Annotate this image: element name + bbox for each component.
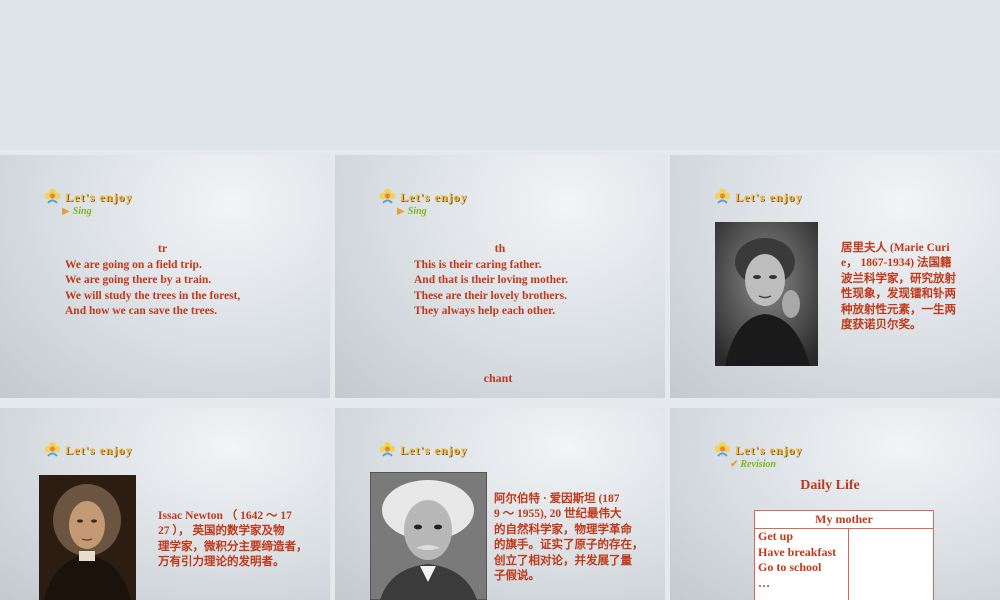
slide-title: tr <box>157 241 168 255</box>
activities-cell: Get up Have breakfast Go to school … <box>754 528 849 600</box>
lyric-line: These are their lovely brothers. <box>414 289 567 302</box>
portrait-photo <box>370 472 487 600</box>
lets-enjoy-label: Let's enjoy <box>65 190 133 204</box>
bio-line: 阿尔伯特 · 爱因斯坦 (187 <box>494 493 620 505</box>
bio-line: 的自然科学家，物理学革命 <box>494 523 632 536</box>
slide-thumbnail-5[interactable]: Let's enjoy 阿尔伯特 · 爱因斯坦 (187 9 ～ 1955), … <box>335 408 665 600</box>
lets-enjoy-label: Let's enjoy <box>65 443 133 457</box>
triangle-icon: ▶ <box>62 206 70 217</box>
bio-line: 理学家，微积分主要缔造者， <box>158 540 308 553</box>
bio-line: Issac Newton （ 1642 ～ 17 <box>158 510 292 522</box>
lets-enjoy-label: Let's enjoy <box>735 443 803 457</box>
bio-line: 创立了相对论，并发展了量 <box>494 554 632 567</box>
bio-line: 居里夫人 (Marie Curi <box>841 242 950 254</box>
curie-bio-text: 居里夫人 (Marie Curi e， 1867-1934) 法国籍 波兰科学家… <box>841 241 971 333</box>
lyrics-text: This is their caring father. And that is… <box>414 258 568 320</box>
flower-icon <box>44 441 61 457</box>
lyric-line: We will study the trees in the forest, <box>65 289 241 302</box>
empty-top-area <box>0 0 1000 150</box>
chant-label: chant <box>483 371 513 385</box>
slide-title: th <box>494 241 506 255</box>
bio-line: 27 ）， 英国的数学家及物 <box>158 525 285 538</box>
lyric-line: This is their caring father. <box>414 259 542 271</box>
list-item: Have breakfast <box>758 544 837 559</box>
lets-enjoy-label: Let's enjoy <box>735 190 803 204</box>
lets-enjoy-label: Let's enjoy <box>400 190 468 204</box>
flower-icon <box>44 188 61 204</box>
einstein-bio-text: 阿尔伯特 · 爱因斯坦 (187 9 ～ 1955), 20 世纪最伟大 的自然… <box>494 492 664 584</box>
bio-line: 种放射性元素，一生两 <box>841 303 956 316</box>
bio-line: 度获诺贝尔奖。 <box>841 319 922 332</box>
slide-thumbnail-2[interactable]: Let's enjoy ▶ Sing th This is their carin… <box>335 155 665 398</box>
bio-line: 性现象，发现镭和钋两 <box>841 288 956 301</box>
flower-icon <box>714 188 731 204</box>
lyrics-text: We are going on a field trip. We are goi… <box>65 258 240 320</box>
daily-life-title: Daily Life <box>800 478 860 493</box>
list-item: Go to school <box>758 560 822 574</box>
revision-label: ✔ Revision <box>730 459 776 470</box>
list-item: … <box>758 575 770 590</box>
bio-line: 万有引力理论的发明者。 <box>158 556 285 569</box>
bio-line: e， 1867-1934) 法国籍 <box>841 257 952 270</box>
flower-icon <box>379 188 396 204</box>
bio-line: 9 ～ 1955), 20 世纪最伟大 <box>494 508 622 521</box>
portrait-photo <box>39 475 136 600</box>
slide-thumbnail-1[interactable]: Let's enjoy ▶ Sing tr We are going on a f… <box>0 155 330 398</box>
flower-icon <box>714 441 731 457</box>
bio-line: 子假说。 <box>494 570 540 583</box>
flower-icon <box>379 441 396 457</box>
portrait-photo <box>715 222 818 366</box>
bio-line: 波兰科学家，研究放射 <box>841 272 956 285</box>
newton-bio-text: Issac Newton （ 1642 ～ 17 27 ）， 英国的数学家及物 … <box>158 509 328 571</box>
sing-label: ▶ Sing <box>397 206 427 217</box>
empty-cell <box>848 528 934 600</box>
lyric-line: And that is their loving mother. <box>414 274 568 287</box>
slide-thumbnail-4[interactable]: Let's enjoy Issac Newton （ 1642 ～ 17 27 … <box>0 408 330 600</box>
lyric-line: We are going on a field trip. <box>65 259 202 271</box>
lyric-line: And how we can save the trees. <box>65 305 218 318</box>
my-mother-table: My mother Get up Have breakfast Go to sc… <box>754 510 934 600</box>
list-item: Get up <box>758 529 794 543</box>
check-icon: ✔ <box>730 459 739 470</box>
sing-label: ▶ Sing <box>62 206 92 217</box>
lets-enjoy-label: Let's enjoy <box>400 443 468 457</box>
table-header: My mother <box>754 510 934 529</box>
slide-thumbnail-6[interactable]: Let's enjoy ✔ Revision Daily Life My moth… <box>670 408 1000 600</box>
bio-line: 的旗手。证实了原子的存在， <box>494 539 644 552</box>
lyric-line: We are going there by a train. <box>65 274 212 287</box>
triangle-icon: ▶ <box>397 206 405 217</box>
lyric-line: They always help each other. <box>414 305 556 318</box>
slide-thumbnail-3[interactable]: Let's enjoy 居里夫人 (Marie Curi e， 1867-193… <box>670 155 1000 398</box>
